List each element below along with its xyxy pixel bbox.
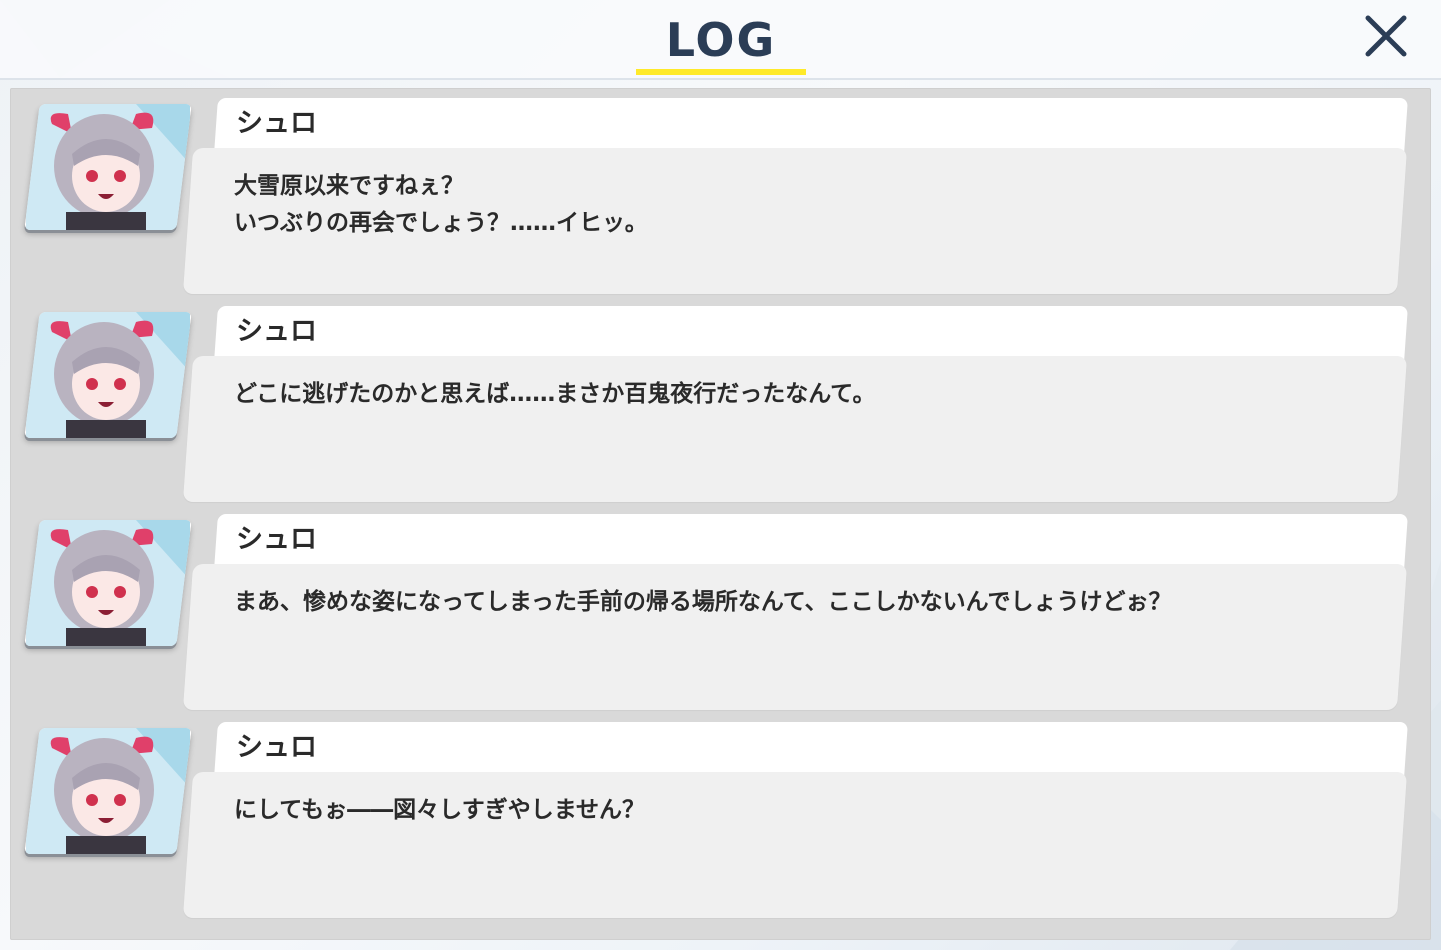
character-portrait-icon (26, 104, 190, 230)
avatar[interactable] (24, 104, 192, 230)
bubble-tail (196, 170, 212, 198)
log-entry: シュロ 大雪原以来ですねぇ？ いつぶりの再会でしょう？……イヒッ。 (10, 88, 1431, 294)
log-entry: シュロ にしてもぉ――図々しすぎやしません？ (10, 712, 1431, 918)
bubble-tail (196, 794, 212, 822)
character-portrait-icon (26, 312, 190, 438)
character-portrait-icon (26, 520, 190, 646)
speaker-name-bar (214, 722, 1408, 778)
bubble-tail (196, 378, 212, 406)
speaker-name: シュロ (236, 732, 317, 763)
speaker-name-bar (214, 514, 1408, 570)
message-text: まあ、惨めな姿になってしまった手前の帰る場所なんて、ここしかないんでしょうけどぉ… (234, 589, 1172, 615)
speaker-name-bar (214, 306, 1408, 362)
log-entry: シュロ まあ、惨めな姿になってしまった手前の帰る場所なんて、ここしかないんでしょ… (10, 504, 1431, 710)
message-text: どこに逃げたのかと思えば……まさか百鬼夜行だったなんて。 (234, 381, 876, 407)
close-button[interactable] (1358, 8, 1414, 64)
log-panel[interactable]: シュロ 大雪原以来ですねぇ？ いつぶりの再会でしょう？……イヒッ。 シュロ どこ… (10, 88, 1431, 940)
log-header: LOG (0, 0, 1441, 80)
avatar[interactable] (24, 728, 192, 854)
title-underline (636, 69, 806, 75)
character-portrait-icon (26, 728, 190, 854)
log-entry: シュロ どこに逃げたのかと思えば……まさか百鬼夜行だったなんて。 (10, 296, 1431, 502)
message-text: 大雪原以来ですねぇ？ いつぶりの再会でしょう？……イヒッ。 (234, 173, 648, 236)
bubble-tail (196, 586, 212, 614)
message-text: にしてもぉ――図々しすぎやしません？ (234, 797, 646, 823)
speaker-name: シュロ (236, 524, 317, 555)
avatar[interactable] (24, 312, 192, 438)
speaker-name: シュロ (236, 316, 317, 347)
page-title: LOG (665, 13, 777, 67)
speaker-name-bar (214, 98, 1408, 154)
close-icon (1365, 15, 1407, 57)
avatar[interactable] (24, 520, 192, 646)
speaker-name: シュロ (236, 108, 317, 139)
